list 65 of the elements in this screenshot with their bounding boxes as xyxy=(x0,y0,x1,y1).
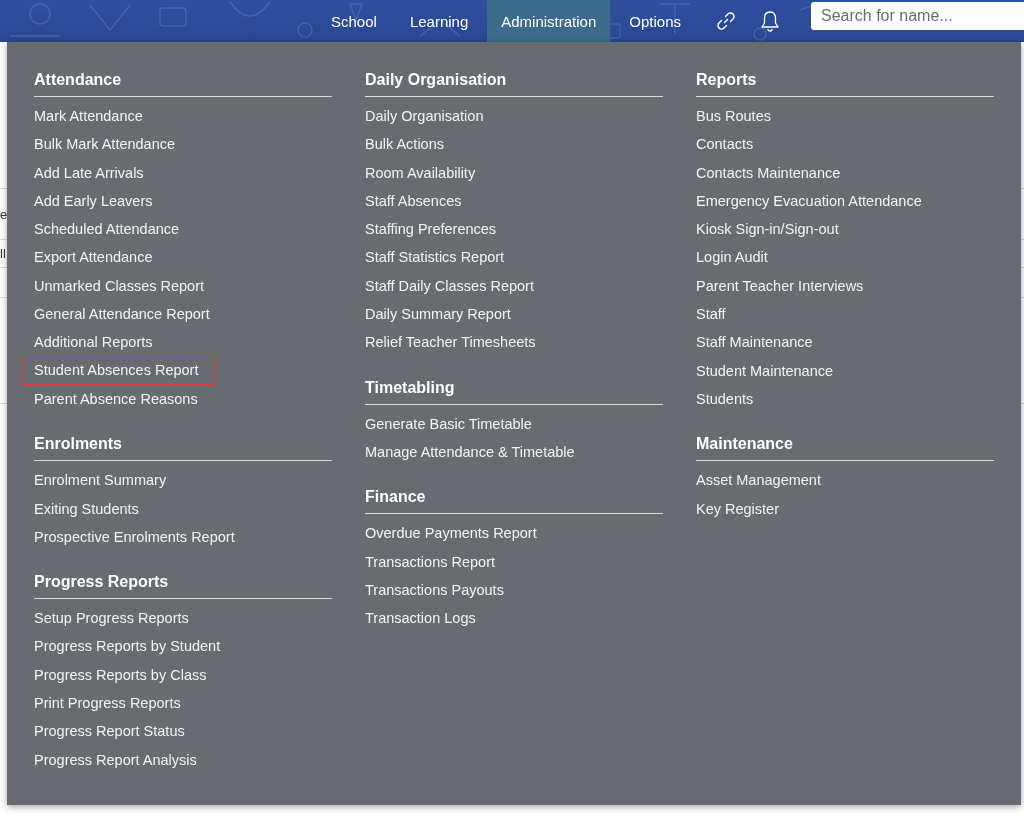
menu-link[interactable]: Progress Report Analysis xyxy=(22,745,214,774)
menu-link[interactable]: Student Maintenance xyxy=(684,356,851,385)
menu-link[interactable]: General Attendance Report xyxy=(22,300,227,329)
menu-link[interactable]: Staff Daily Classes Report xyxy=(353,271,551,301)
menu-link[interactable]: Room Availability xyxy=(353,158,493,187)
section-heading: Reports xyxy=(696,70,757,90)
search-field[interactable]: Search for name... xyxy=(811,2,1024,30)
menu-link[interactable]: Enrolment Summary xyxy=(22,466,184,495)
menu-link[interactable]: Unmarked Classes Report xyxy=(22,271,222,301)
menu-link[interactable]: Daily Organisation xyxy=(353,102,501,131)
menu-link[interactable]: Bulk Actions xyxy=(353,130,461,159)
menu-link[interactable]: Students xyxy=(684,384,771,414)
menu-link[interactable]: Relief Teacher Timesheets xyxy=(353,328,553,357)
menu-link[interactable]: Parent Teacher Interviews xyxy=(684,271,881,301)
menu-link[interactable]: Transactions Report xyxy=(353,547,513,576)
bell-icon xyxy=(760,10,780,32)
section-heading: Attendance xyxy=(34,70,122,90)
menu-link[interactable]: Staff Absences xyxy=(353,186,479,216)
menu-link[interactable]: Bulk Mark Attendance xyxy=(22,130,193,159)
menu-link[interactable]: Setup Progress Reports xyxy=(22,604,206,633)
menu-link[interactable]: Staff Maintenance xyxy=(684,328,830,357)
cut-off-text: e xyxy=(0,206,8,222)
menu-link[interactable]: Key Register xyxy=(684,494,796,523)
menu-link[interactable]: Additional Reports xyxy=(22,328,170,357)
menu-link[interactable]: Asset Management xyxy=(684,466,838,495)
menu-link[interactable]: Student Absences Report xyxy=(22,356,216,385)
menu-link[interactable]: Staff Statistics Report xyxy=(353,243,522,272)
menu-link[interactable]: Emergency Evacuation Attendance xyxy=(684,186,939,216)
section-heading: Daily Organisation xyxy=(365,70,507,90)
menu-link[interactable]: Add Early Leavers xyxy=(22,186,170,216)
nav-tab[interactable]: Options xyxy=(615,0,695,42)
menu-link[interactable]: Kiosk Sign-in/Sign-out xyxy=(684,215,856,244)
menu-link[interactable]: Export Attendance xyxy=(22,243,170,272)
menu-link[interactable]: Progress Reports by Student xyxy=(22,632,238,661)
menu-link[interactable]: Progress Reports by Class xyxy=(22,660,224,690)
menu-link[interactable]: Contacts Maintenance xyxy=(684,158,858,187)
cut-off-text: ll xyxy=(0,246,6,261)
menu-link[interactable]: Prospective Enrolments Report xyxy=(22,522,252,552)
nav-tab[interactable]: Administration xyxy=(487,0,611,42)
section-heading: Enrolments xyxy=(34,434,122,455)
nav-tab[interactable]: School xyxy=(317,0,391,42)
section-heading: Maintenance xyxy=(696,434,793,455)
menu-link[interactable]: Contacts xyxy=(684,130,771,159)
menu-link[interactable]: Scheduled Attendance xyxy=(22,215,197,244)
section-heading: Progress Reports xyxy=(34,572,169,593)
section-heading: Timetabling xyxy=(365,377,455,398)
menu-link[interactable]: Progress Report Status xyxy=(22,717,202,746)
menu-link[interactable]: Bus Routes xyxy=(684,102,788,131)
menu-link[interactable]: Overdue Payments Report xyxy=(353,519,554,548)
menu-link[interactable]: Print Progress Reports xyxy=(22,689,198,718)
nav-tab[interactable]: Learning xyxy=(395,0,483,42)
menu-link[interactable]: Login Audit xyxy=(684,243,785,272)
menu-link[interactable]: Staffing Preferences xyxy=(353,215,514,244)
menu-link[interactable]: Daily Summary Report xyxy=(353,300,528,329)
link-icon xyxy=(716,11,736,31)
menu-link[interactable]: Mark Attendance xyxy=(22,102,160,131)
menu-link[interactable]: Manage Attendance & Timetable xyxy=(353,437,592,467)
menu-link[interactable]: Transactions Payouts xyxy=(353,575,521,605)
menu-link[interactable]: Staff xyxy=(684,300,743,329)
menu-link[interactable]: Generate Basic Timetable xyxy=(353,409,549,438)
section-heading: Finance xyxy=(365,487,426,508)
menu-link[interactable]: Transaction Logs xyxy=(353,604,493,633)
menu-link[interactable]: Add Late Arrivals xyxy=(22,158,161,187)
menu-link[interactable]: Parent Absence Reasons xyxy=(22,384,215,414)
menu-link[interactable]: Exiting Students xyxy=(22,494,156,523)
